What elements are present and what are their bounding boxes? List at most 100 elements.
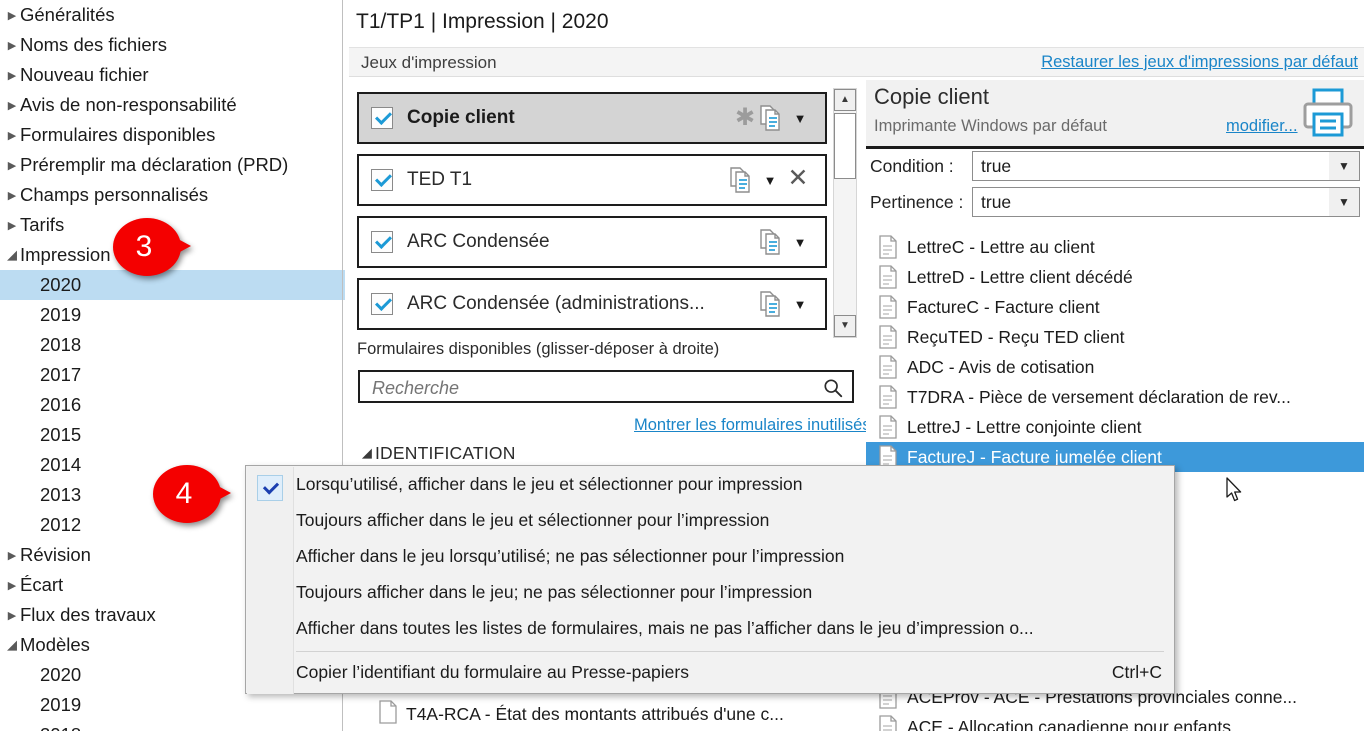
chevron-down-icon[interactable]: ▼ (787, 297, 813, 312)
print-set-label: ARC Condensée (407, 231, 550, 252)
print-sets-list[interactable]: Copie client ✱ ▼ TED T1 ▼ ✕ ARC Condensée ▼ ARC … (357, 92, 827, 340)
document-stack-icon[interactable] (757, 104, 787, 132)
sidebar-item-label: 2018 (40, 334, 82, 355)
chevron-right-icon[interactable] (4, 121, 20, 151)
show-unused-forms-link[interactable]: Montrer les formulaires inutilisés (634, 416, 871, 435)
document-stack-icon[interactable] (727, 166, 757, 194)
sidebar-item-pr-remplir-ma-d-claration-prd[interactable]: Préremplir ma déclaration (PRD) (0, 150, 345, 180)
available-form-row[interactable]: T4A-RCA - État des montants attribués d'… (378, 700, 784, 725)
scroll-up-icon[interactable]: ▲ (834, 89, 856, 111)
chevron-down-icon (359, 445, 375, 461)
print-set-row[interactable]: Copie client ✱ ▼ (357, 92, 827, 144)
scroll-down-icon[interactable]: ▼ (834, 315, 856, 337)
callout-number: 3 (135, 230, 153, 263)
sidebar-item-nouveau-fichier[interactable]: Nouveau fichier (0, 60, 345, 90)
chevron-down-icon[interactable]: ▼ (757, 173, 783, 188)
context-menu-item-label: Afficher dans le jeu lorsqu’utilisé; ne … (296, 546, 845, 566)
chevron-down-icon[interactable]: ▼ (787, 235, 813, 250)
print-set-checkbox[interactable] (371, 169, 393, 191)
print-set-row[interactable]: ARC Condensée (administrations... ▼ (357, 278, 827, 330)
form-list-item[interactable]: ACE - Allocation canadienne pour enfants (866, 712, 1364, 731)
chevron-right-icon[interactable] (4, 61, 20, 91)
sidebar-item-2016[interactable]: 2016 (0, 390, 345, 420)
print-set-checkbox[interactable] (371, 107, 393, 129)
sidebar-item-2017[interactable]: 2017 (0, 360, 345, 390)
sidebar-item-label: 2020 (40, 274, 82, 295)
sidebar-item-2018[interactable]: 2018 (0, 330, 345, 360)
form-list-item-label: LettreC - Lettre au client (907, 236, 1095, 257)
document-stack-icon[interactable] (757, 228, 787, 256)
sidebar-item-champs-personnalis-s[interactable]: Champs personnalisés (0, 180, 345, 210)
context-menu-item[interactable]: Copier l’identifiant du formulaire au Pr… (246, 654, 1174, 690)
context-menu-item[interactable]: Toujours afficher dans le jeu; ne pas sé… (246, 574, 1174, 610)
chevron-right-icon[interactable] (4, 601, 20, 631)
context-menu-item[interactable]: Toujours afficher dans le jeu et sélecti… (246, 502, 1174, 538)
chevron-down-icon[interactable] (4, 240, 20, 271)
field-dropdown[interactable]: true ▼ (972, 187, 1360, 217)
document-stack-icon[interactable] (757, 228, 787, 256)
sidebar-item-label: 2015 (40, 424, 82, 445)
context-menu-shortcut: Ctrl+C (1111, 662, 1162, 682)
detail-field-row: Pertinence : true ▼ (866, 185, 1364, 221)
chevron-right-icon[interactable] (4, 571, 20, 601)
sidebar-item-avis-de-non-responsabilit[interactable]: Avis de non-responsabilité (0, 90, 345, 120)
sidebar-item-2015[interactable]: 2015 (0, 420, 345, 450)
print-set-row[interactable]: TED T1 ▼ ✕ (357, 154, 827, 206)
chevron-down-icon[interactable]: ▼ (787, 111, 813, 126)
print-set-checkbox[interactable] (371, 231, 393, 253)
document-stack-icon[interactable] (727, 166, 757, 194)
form-list-item[interactable]: LettreC - Lettre au client (866, 232, 1364, 262)
sidebar-item-2019[interactable]: 2019 (0, 300, 345, 330)
print-sets-scrollbar[interactable]: ▲ ▼ (833, 88, 857, 338)
asterisk-icon[interactable]: ✱ (733, 106, 757, 130)
form-list-item[interactable]: FactureC - Facture client (866, 292, 1364, 322)
chevron-down-icon[interactable] (4, 630, 20, 661)
context-menu-item[interactable]: Afficher dans toutes les listes de formu… (246, 610, 1174, 646)
form-list-item[interactable]: ADC - Avis de cotisation (866, 352, 1364, 382)
close-icon[interactable]: ✕ (783, 166, 813, 194)
form-list-item[interactable]: LettreD - Lettre client décédé (866, 262, 1364, 292)
chevron-down-icon[interactable]: ▼ (1329, 152, 1359, 180)
search-input[interactable] (370, 376, 800, 401)
chevron-right-icon[interactable] (4, 181, 20, 211)
print-set-checkbox[interactable] (371, 293, 393, 315)
context-menu-item-label: Toujours afficher dans le jeu; ne pas sé… (296, 582, 813, 602)
context-menu-items[interactable]: Lorsqu’utilisé, afficher dans le jeu et … (246, 466, 1174, 690)
chevron-down-icon[interactable]: ▼ (1329, 188, 1359, 216)
form-list-item[interactable]: ReçuTED - Reçu TED client (866, 322, 1364, 352)
context-menu-item[interactable]: Lorsqu’utilisé, afficher dans le jeu et … (246, 466, 1174, 502)
document-stack-icon[interactable] (757, 290, 787, 318)
search-box[interactable] (358, 370, 854, 403)
sidebar-item-2019[interactable]: 2019 (0, 690, 345, 720)
field-dropdown[interactable]: true ▼ (972, 151, 1360, 181)
chevron-right-icon[interactable] (4, 151, 20, 181)
sidebar-item-formulaires-disponibles[interactable]: Formulaires disponibles (0, 120, 345, 150)
chevron-right-icon[interactable] (4, 31, 20, 61)
sidebar-item-label: 2017 (40, 364, 82, 385)
chevron-right-icon[interactable] (4, 91, 20, 121)
chevron-right-icon[interactable] (4, 541, 20, 571)
detail-fields[interactable]: Condition : true ▼ Pertinence : true ▼ (866, 149, 1364, 221)
context-menu[interactable]: Lorsqu’utilisé, afficher dans le jeu et … (245, 465, 1175, 694)
search-icon[interactable] (822, 377, 844, 399)
form-list-item[interactable]: LettreJ - Lettre conjointe client (866, 412, 1364, 442)
print-set-row[interactable]: ARC Condensée ▼ (357, 216, 827, 268)
document-icon (879, 265, 897, 289)
document-stack-icon[interactable] (757, 290, 787, 318)
form-list-item[interactable]: T7DRA - Pièce de versement déclaration d… (866, 382, 1364, 412)
document-stack-icon[interactable] (757, 104, 787, 132)
sidebar-item-2018[interactable]: 2018 (0, 720, 345, 731)
restore-default-print-sets-link[interactable]: Restaurer les jeux d'impressions par déf… (1041, 53, 1358, 72)
modify-printer-link[interactable]: modifier... (1226, 117, 1298, 136)
callout-number: 4 (175, 477, 193, 510)
document-icon (879, 415, 897, 439)
form-list-item-label: ACE - Allocation canadienne pour enfants (907, 716, 1231, 731)
chevron-right-icon[interactable] (4, 211, 20, 241)
context-menu-item[interactable]: Afficher dans le jeu lorsqu’utilisé; ne … (246, 538, 1174, 574)
scrollbar-thumb[interactable] (834, 113, 856, 179)
sidebar-item-g-n-ralit-s[interactable]: Généralités (0, 0, 345, 30)
sidebar-item-noms-des-fichiers[interactable]: Noms des fichiers (0, 30, 345, 60)
section-header-identification[interactable]: IDENTIFICATION (359, 443, 516, 464)
field-label: Condition : (870, 156, 954, 176)
chevron-right-icon[interactable] (4, 1, 20, 31)
